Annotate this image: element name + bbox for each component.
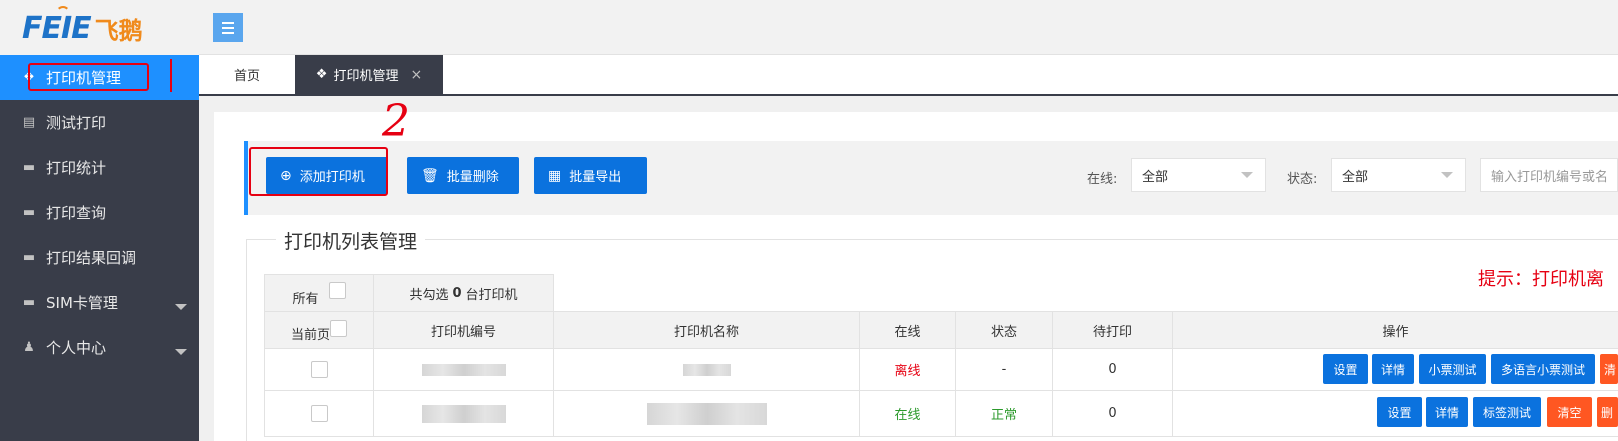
- online-filter-select[interactable]: 全部: [1131, 158, 1266, 192]
- user-icon: ♟: [23, 340, 35, 355]
- top-header: [199, 0, 1618, 55]
- chevron-down-icon: [175, 304, 187, 310]
- sidebar-item-label: 打印统计: [46, 159, 107, 177]
- selected-summary-cell: 共勾选 0 台打印机: [373, 274, 554, 312]
- logo-text-cn: 飞鹅: [94, 16, 143, 45]
- column-header-printer-id: 打印机编号: [373, 311, 554, 349]
- selected-count: 0: [452, 285, 462, 301]
- table-row-1-printer-name: [553, 348, 860, 391]
- table-row-2-printer-name: [553, 390, 860, 437]
- table-row-1-pending: 0: [1052, 348, 1173, 391]
- sidebar-nav: ❖ 打印机管理 ▤ 测试打印 ▬ 打印统计 ▬ 打印查询 ▬ 打印结果回调 ▬ …: [0, 55, 199, 370]
- delete-button[interactable]: 删: [1597, 397, 1618, 427]
- details-button[interactable]: 详情: [1426, 397, 1468, 427]
- multilang-receipt-test-button[interactable]: 多语言小票测试: [1491, 354, 1595, 384]
- receipt-test-button[interactable]: 小票测试: [1419, 354, 1486, 384]
- hamburger-icon: [222, 21, 234, 24]
- sidebar-item-print-stats[interactable]: ▬ 打印统计: [0, 145, 199, 190]
- sidebar-item-label: 打印结果回调: [46, 249, 137, 267]
- select-all-checkbox[interactable]: [328, 281, 346, 299]
- chevron-down-icon: [1241, 172, 1253, 178]
- table-row-1-online: 离线: [859, 348, 956, 391]
- redacted-printer-id: [421, 404, 506, 423]
- batch-delete-button[interactable]: 🗑 批量删除: [407, 157, 519, 194]
- current-page-select-cell: 当前页: [264, 311, 374, 349]
- file-icon: ▤: [22, 115, 36, 130]
- select-all-cell: 所有: [264, 274, 374, 312]
- close-icon[interactable]: ×: [410, 67, 422, 83]
- settings-button[interactable]: 设置: [1323, 354, 1368, 384]
- status-filter-label: 状态:: [1287, 172, 1318, 187]
- table-row-2-checkbox-cell: [264, 390, 374, 437]
- sidebar-item-test-print[interactable]: ▤ 测试打印: [0, 100, 199, 145]
- row-checkbox[interactable]: [310, 405, 328, 422]
- table-row-1-status: -: [955, 348, 1053, 391]
- hint-text: 提示：打印机离: [1478, 269, 1604, 290]
- cubes-icon: ❖: [315, 67, 328, 82]
- redacted-printer-name: [682, 363, 731, 376]
- sidebar-item-print-query[interactable]: ▬ 打印查询: [0, 190, 199, 235]
- monitor-icon: ▬: [22, 160, 36, 175]
- menu-toggle-button[interactable]: [213, 13, 243, 42]
- table-row-1-checkbox-cell: [264, 348, 374, 391]
- sidebar-item-label: 个人中心: [46, 339, 107, 357]
- status-filter-select[interactable]: 全部: [1331, 158, 1466, 192]
- annotation-box-sidebar: [28, 63, 149, 91]
- tab-bar: 首页 ❖ 打印机管理 ×: [199, 55, 1618, 96]
- monitor-icon: ▬: [22, 250, 36, 265]
- redacted-printer-name: [646, 402, 767, 425]
- table-row-2-status: 正常: [955, 390, 1053, 437]
- sidebar-item-label: 打印查询: [46, 204, 107, 222]
- chevron-down-icon: [175, 349, 187, 355]
- column-header-online: 在线: [859, 311, 956, 349]
- table-row-2-pending: 0: [1052, 390, 1173, 437]
- batch-export-button[interactable]: ▦ 批量导出: [534, 157, 647, 194]
- sidebar-item-print-callback[interactable]: ▬ 打印结果回调: [0, 235, 199, 280]
- details-button[interactable]: 详情: [1372, 354, 1414, 384]
- logo-area: FEIE 飞鹅: [0, 0, 199, 55]
- table-row-1-printer-id: [373, 348, 554, 391]
- annotation-mark: [170, 59, 172, 92]
- trash-icon: 🗑: [421, 167, 439, 184]
- column-header-pending: 待打印: [1052, 311, 1173, 349]
- column-header-operations: 操作: [1172, 311, 1618, 349]
- table-row-2-online: 在线: [859, 390, 956, 437]
- settings-button[interactable]: 设置: [1377, 397, 1422, 427]
- wifi-icon: [56, 6, 70, 16]
- redacted-printer-id: [421, 363, 506, 376]
- clear-button[interactable]: 清: [1600, 354, 1618, 384]
- logo: FEIE 飞鹅: [22, 6, 143, 48]
- row-checkbox[interactable]: [310, 361, 328, 378]
- printer-list-legend: 打印机列表管理: [276, 227, 426, 254]
- sidebar-item-sim-management[interactable]: ▬ SIM卡管理: [0, 280, 199, 325]
- monitor-icon: ▬: [22, 295, 36, 310]
- column-header-status: 状态: [955, 311, 1053, 349]
- annotation-step-number: 2: [382, 96, 410, 147]
- online-filter-label: 在线:: [1087, 172, 1118, 187]
- chevron-down-icon: [1441, 172, 1453, 178]
- clear-button[interactable]: 清空: [1547, 397, 1592, 427]
- select-page-checkbox[interactable]: [330, 319, 347, 337]
- table-icon: ▦: [548, 167, 562, 184]
- table-row-2-printer-id: [373, 390, 554, 437]
- sidebar-item-label: 测试打印: [46, 114, 107, 132]
- tab-home[interactable]: 首页: [199, 55, 295, 94]
- sidebar-item-personal-center[interactable]: ♟ 个人中心: [0, 325, 199, 370]
- sidebar-item-label: SIM卡管理: [46, 294, 118, 312]
- tab-printer-management[interactable]: ❖ 打印机管理 ×: [295, 55, 443, 94]
- label-test-button[interactable]: 标签测试: [1473, 397, 1541, 427]
- column-header-printer-name: 打印机名称: [553, 311, 860, 349]
- monitor-icon: ▬: [22, 205, 36, 220]
- annotation-box-add: [249, 147, 388, 196]
- search-input[interactable]: 输入打印机编号或名: [1480, 158, 1618, 192]
